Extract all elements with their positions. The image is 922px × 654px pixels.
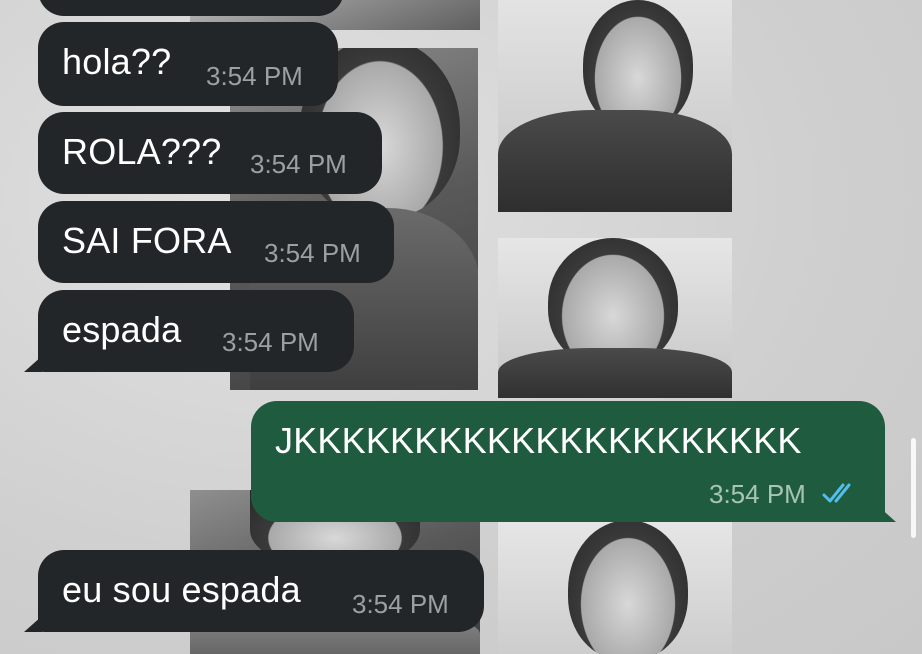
- message-text: JKKKKKKKKKKKKKKKKKKKKK: [275, 420, 802, 461]
- message-tail: [24, 356, 42, 372]
- message-bubble-partial[interactable]: [38, 0, 344, 16]
- wallpaper-photo: [498, 520, 732, 654]
- message-text: espada: [62, 309, 182, 350]
- message-tail: [878, 506, 896, 522]
- wallpaper-photo: [498, 238, 732, 398]
- message-text: eu sou espada: [62, 569, 301, 610]
- message-bubble-incoming[interactable]: hola?? 3:54 PM: [38, 22, 338, 106]
- wallpaper-photo: [498, 0, 732, 212]
- message-bubble-incoming[interactable]: ROLA??? 3:54 PM: [38, 112, 382, 194]
- message-timestamp: 3:54 PM: [250, 149, 347, 179]
- message-text: SAI FORA: [62, 220, 232, 261]
- message-text: ROLA???: [62, 131, 222, 172]
- message-text: hola??: [62, 41, 172, 82]
- message-bubble-incoming[interactable]: SAI FORA 3:54 PM: [38, 201, 394, 283]
- message-bubble-incoming[interactable]: eu sou espada 3:54 PM: [38, 550, 484, 632]
- message-bubble-outgoing[interactable]: JKKKKKKKKKKKKKKKKKKKKK 3:54 PM: [251, 401, 885, 522]
- message-bubble-incoming[interactable]: espada 3:54 PM: [38, 290, 354, 372]
- message-timestamp: 3:54 PM: [709, 479, 806, 509]
- scrollbar[interactable]: [911, 438, 916, 538]
- message-timestamp: 3:54 PM: [206, 61, 303, 91]
- message-timestamp: 3:54 PM: [264, 238, 361, 268]
- double-check-icon: [822, 483, 851, 503]
- message-timestamp: 3:54 PM: [222, 327, 319, 357]
- message-timestamp: 3:54 PM: [352, 589, 449, 619]
- message-tail: [24, 616, 42, 632]
